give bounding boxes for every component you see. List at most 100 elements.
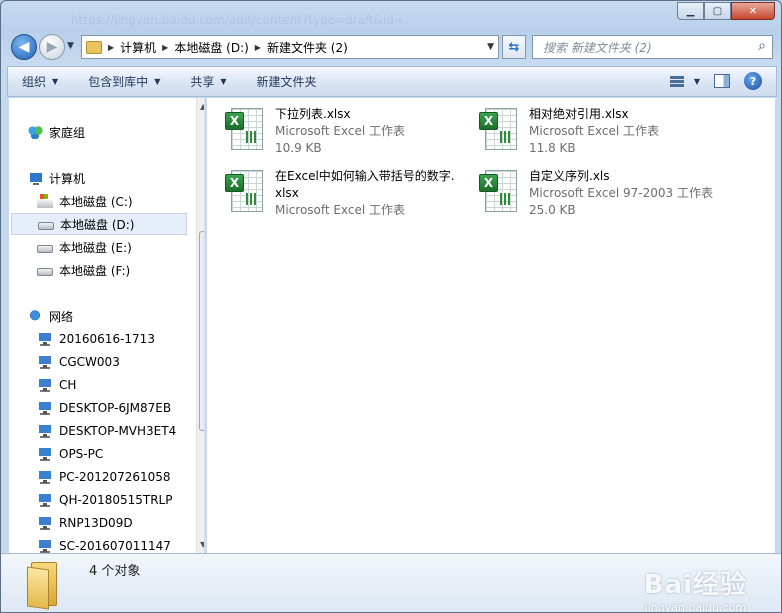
network-computer-icon	[37, 539, 53, 553]
new-folder-label: 新建文件夹	[256, 75, 317, 89]
chevron-right-icon[interactable]: ▶	[108, 43, 114, 52]
organize-label: 组织	[22, 75, 47, 89]
nav-host[interactable]: QH-20180515TRLP	[37, 489, 204, 511]
file-type: Microsoft Excel 97-2003 工作表	[529, 186, 713, 200]
file-name: 相对绝对引用.xlsx	[529, 107, 629, 121]
nav-host-label: RNP13D09D	[59, 516, 133, 530]
file-size: 10.9 KB	[275, 141, 322, 155]
caption-buttons: ▁ ▢ ✕	[677, 2, 775, 20]
file-name: 自定义序列.xls	[529, 169, 610, 183]
new-folder-button[interactable]: 新建文件夹	[257, 73, 317, 90]
drive-icon	[37, 267, 53, 276]
file-name-line2: xlsx	[275, 186, 299, 200]
nav-network-label: 网络	[49, 309, 74, 324]
scroll-up-icon[interactable]: ▲	[200, 102, 204, 111]
file-tile[interactable]: X 相对绝对引用.xlsx Microsoft Excel 工作表 11.8 K…	[479, 106, 659, 157]
nav-host-label: QH-20180515TRLP	[59, 493, 173, 507]
nav-host[interactable]: DESKTOP-6JM87EB	[37, 397, 204, 419]
file-type: Microsoft Excel 工作表	[275, 203, 406, 217]
forward-arrow-icon: ▶	[46, 39, 58, 55]
excel-xls-icon: X	[479, 168, 519, 214]
nav-host-label: 20160616-1713	[59, 332, 155, 346]
folder-icon	[86, 40, 102, 54]
nav-computer-label: 计算机	[49, 171, 86, 186]
system-drive-icon	[37, 194, 53, 208]
nav-host-label: CGCW003	[59, 355, 120, 369]
minimize-button[interactable]: ▁	[677, 2, 704, 20]
chevron-right-icon[interactable]: ▶	[255, 43, 261, 52]
network-computer-icon	[37, 332, 53, 346]
network-computer-icon	[37, 493, 53, 507]
refresh-button[interactable]: ⇆	[502, 35, 526, 59]
network-computer-icon	[37, 378, 53, 392]
back-button[interactable]: ◀	[11, 34, 37, 60]
network-computer-icon	[37, 447, 53, 461]
file-tile[interactable]: X 在Excel中如何输入带括号的数字. xlsx Microsoft Exce…	[225, 168, 455, 219]
file-tile[interactable]: X 自定义序列.xls Microsoft Excel 97-2003 工作表 …	[479, 168, 713, 219]
faded-url-text: https://jingyan.baidu.com/edit/content?t…	[71, 13, 405, 27]
nav-scrollbar[interactable]: ▲ ≡ ▼	[196, 98, 204, 553]
nav-drive-label: 本地磁盘 (D:)	[60, 217, 135, 232]
breadcrumb-drive-d[interactable]: 本地磁盘 (D:)	[174, 39, 248, 56]
breadcrumb-computer[interactable]: 计算机	[120, 39, 156, 56]
nav-drive-e[interactable]: 本地磁盘 (E:)	[37, 236, 204, 258]
maximize-button[interactable]: ▢	[704, 2, 731, 20]
network-icon	[27, 309, 43, 323]
nav-host[interactable]: OPS-PC	[37, 443, 204, 465]
address-bar[interactable]: ▶ 计算机 ▶ 本地磁盘 (D:) ▶ 新建文件夹 (2) ▼	[81, 35, 499, 59]
object-count: 4 个对象	[89, 564, 141, 579]
nav-computer[interactable]: 计算机	[27, 167, 204, 189]
include-in-library-label: 包含到库中	[88, 75, 149, 89]
nav-network[interactable]: 网络	[27, 305, 204, 327]
organize-menu[interactable]: 组织 ▼	[22, 73, 58, 90]
help-icon[interactable]: ?	[744, 72, 762, 90]
change-view-icon[interactable]	[669, 74, 688, 88]
back-arrow-icon: ◀	[18, 39, 30, 55]
forward-button[interactable]: ▶	[39, 34, 65, 60]
scroll-thumb[interactable]: ≡	[199, 231, 204, 431]
chevron-right-icon[interactable]: ▶	[162, 43, 168, 52]
watermark-logo: Bai经验 jingyan.baidu.com	[644, 564, 747, 612]
breadcrumb-folder[interactable]: 新建文件夹 (2)	[267, 39, 348, 56]
refresh-icon: ⇆	[508, 39, 520, 55]
address-dropdown-icon[interactable]: ▼	[487, 42, 494, 52]
nav-homegroup-label: 家庭组	[49, 125, 86, 140]
preview-pane-icon[interactable]	[714, 74, 730, 88]
search-input[interactable]: 搜索 新建文件夹 (2) ⌕	[532, 35, 773, 59]
navigation-pane: 家庭组 计算机 本地磁盘 (C:) 本地磁盘 (D:) 本地磁盘 (E:) 本地…	[9, 98, 205, 553]
nav-host[interactable]: SC-201607011147	[37, 535, 204, 553]
recent-pages-dropdown[interactable]: ▼	[67, 41, 74, 51]
nav-host[interactable]: CH	[37, 374, 204, 396]
network-computer-icon	[37, 401, 53, 415]
chevron-down-icon: ▼	[220, 77, 227, 86]
nav-host[interactable]: CGCW003	[37, 351, 204, 373]
nav-host-label: CH	[59, 378, 77, 392]
search-placeholder: 搜索 新建文件夹 (2)	[543, 40, 652, 55]
file-name-line1: 在Excel中如何输入带括号的数字.	[275, 169, 455, 183]
drive-icon	[37, 244, 53, 253]
network-computer-icon	[37, 355, 53, 369]
search-icon[interactable]: ⌕	[758, 38, 766, 54]
nav-drive-f[interactable]: 本地磁盘 (F:)	[37, 259, 204, 281]
scroll-down-icon[interactable]: ▼	[200, 540, 204, 549]
nav-homegroup[interactable]: 家庭组	[27, 121, 204, 143]
nav-host[interactable]: RNP13D09D	[37, 512, 204, 534]
chevron-down-icon[interactable]: ▼	[694, 77, 700, 86]
nav-host[interactable]: PC-201207261058	[37, 466, 204, 488]
details-pane: 4 个对象 Bai经验 jingyan.baidu.com	[1, 553, 781, 612]
file-name: 下拉列表.xlsx	[275, 107, 351, 121]
include-in-library-menu[interactable]: 包含到库中 ▼	[88, 73, 160, 90]
nav-drive-label: 本地磁盘 (E:)	[59, 240, 132, 255]
file-tile[interactable]: X 下拉列表.xlsx Microsoft Excel 工作表 10.9 KB	[225, 106, 405, 157]
nav-drive-c[interactable]: 本地磁盘 (C:)	[37, 190, 204, 212]
nav-drive-label: 本地磁盘 (C:)	[59, 194, 133, 209]
nav-host[interactable]: 20160616-1713	[37, 328, 204, 350]
nav-host[interactable]: DESKTOP-MVH3ET4	[37, 420, 204, 442]
share-menu[interactable]: 共享 ▼	[190, 73, 226, 90]
nav-host-label: SC-201607011147	[59, 539, 171, 553]
share-label: 共享	[190, 75, 215, 89]
explorer-window: https://jingyan.baidu.com/edit/content?t…	[0, 0, 782, 613]
nav-drive-d[interactable]: 本地磁盘 (D:)	[11, 213, 187, 235]
network-computer-icon	[37, 516, 53, 530]
close-button[interactable]: ✕	[731, 2, 775, 20]
